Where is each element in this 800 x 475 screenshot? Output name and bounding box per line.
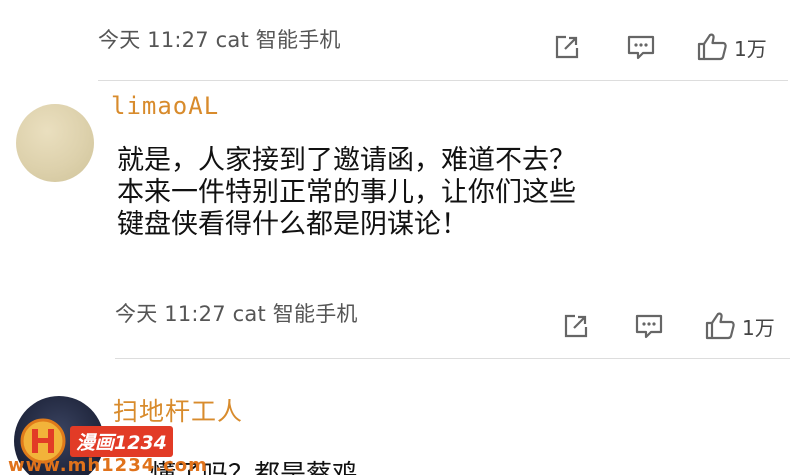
divider	[115, 358, 790, 359]
avatar[interactable]	[16, 104, 94, 182]
divider	[98, 80, 788, 81]
comment-actions: 1万	[552, 32, 767, 62]
like-button[interactable]: 1万	[696, 32, 767, 62]
thumbs-up-icon	[705, 312, 735, 340]
comment-text: 就是，人家接到了邀请函，难道不去？ 本来一件特别正常的事儿，让你们这些 键盘侠看…	[117, 145, 576, 240]
comment-icon	[635, 314, 663, 339]
share-icon	[555, 35, 579, 59]
comment-button[interactable]	[626, 32, 656, 62]
like-count: 1万	[742, 315, 775, 340]
watermark-url: www.mh1234.com	[8, 455, 208, 475]
share-icon	[564, 314, 588, 338]
share-button[interactable]	[552, 32, 582, 62]
like-button[interactable]: 1万	[704, 311, 775, 341]
like-count: 1万	[734, 36, 767, 61]
watermark-badge: 漫画1234	[70, 426, 173, 457]
username[interactable]: 扫地杆工人	[113, 392, 243, 428]
comment-button[interactable]	[634, 311, 664, 341]
comment-feed: 今天 11:27 cat 智能手机 1万 limaoAL 就是，人家接到了邀请函…	[0, 0, 800, 475]
comment-meta: 今天 11:27 cat 智能手机	[115, 302, 358, 326]
comment-icon	[627, 35, 655, 60]
comment-meta: 今天 11:27 cat 智能手机	[98, 28, 341, 52]
comment-actions: 1万	[561, 311, 775, 341]
username[interactable]: limaoAL	[111, 92, 219, 120]
share-button[interactable]	[561, 311, 591, 341]
thumbs-up-icon	[697, 33, 727, 61]
